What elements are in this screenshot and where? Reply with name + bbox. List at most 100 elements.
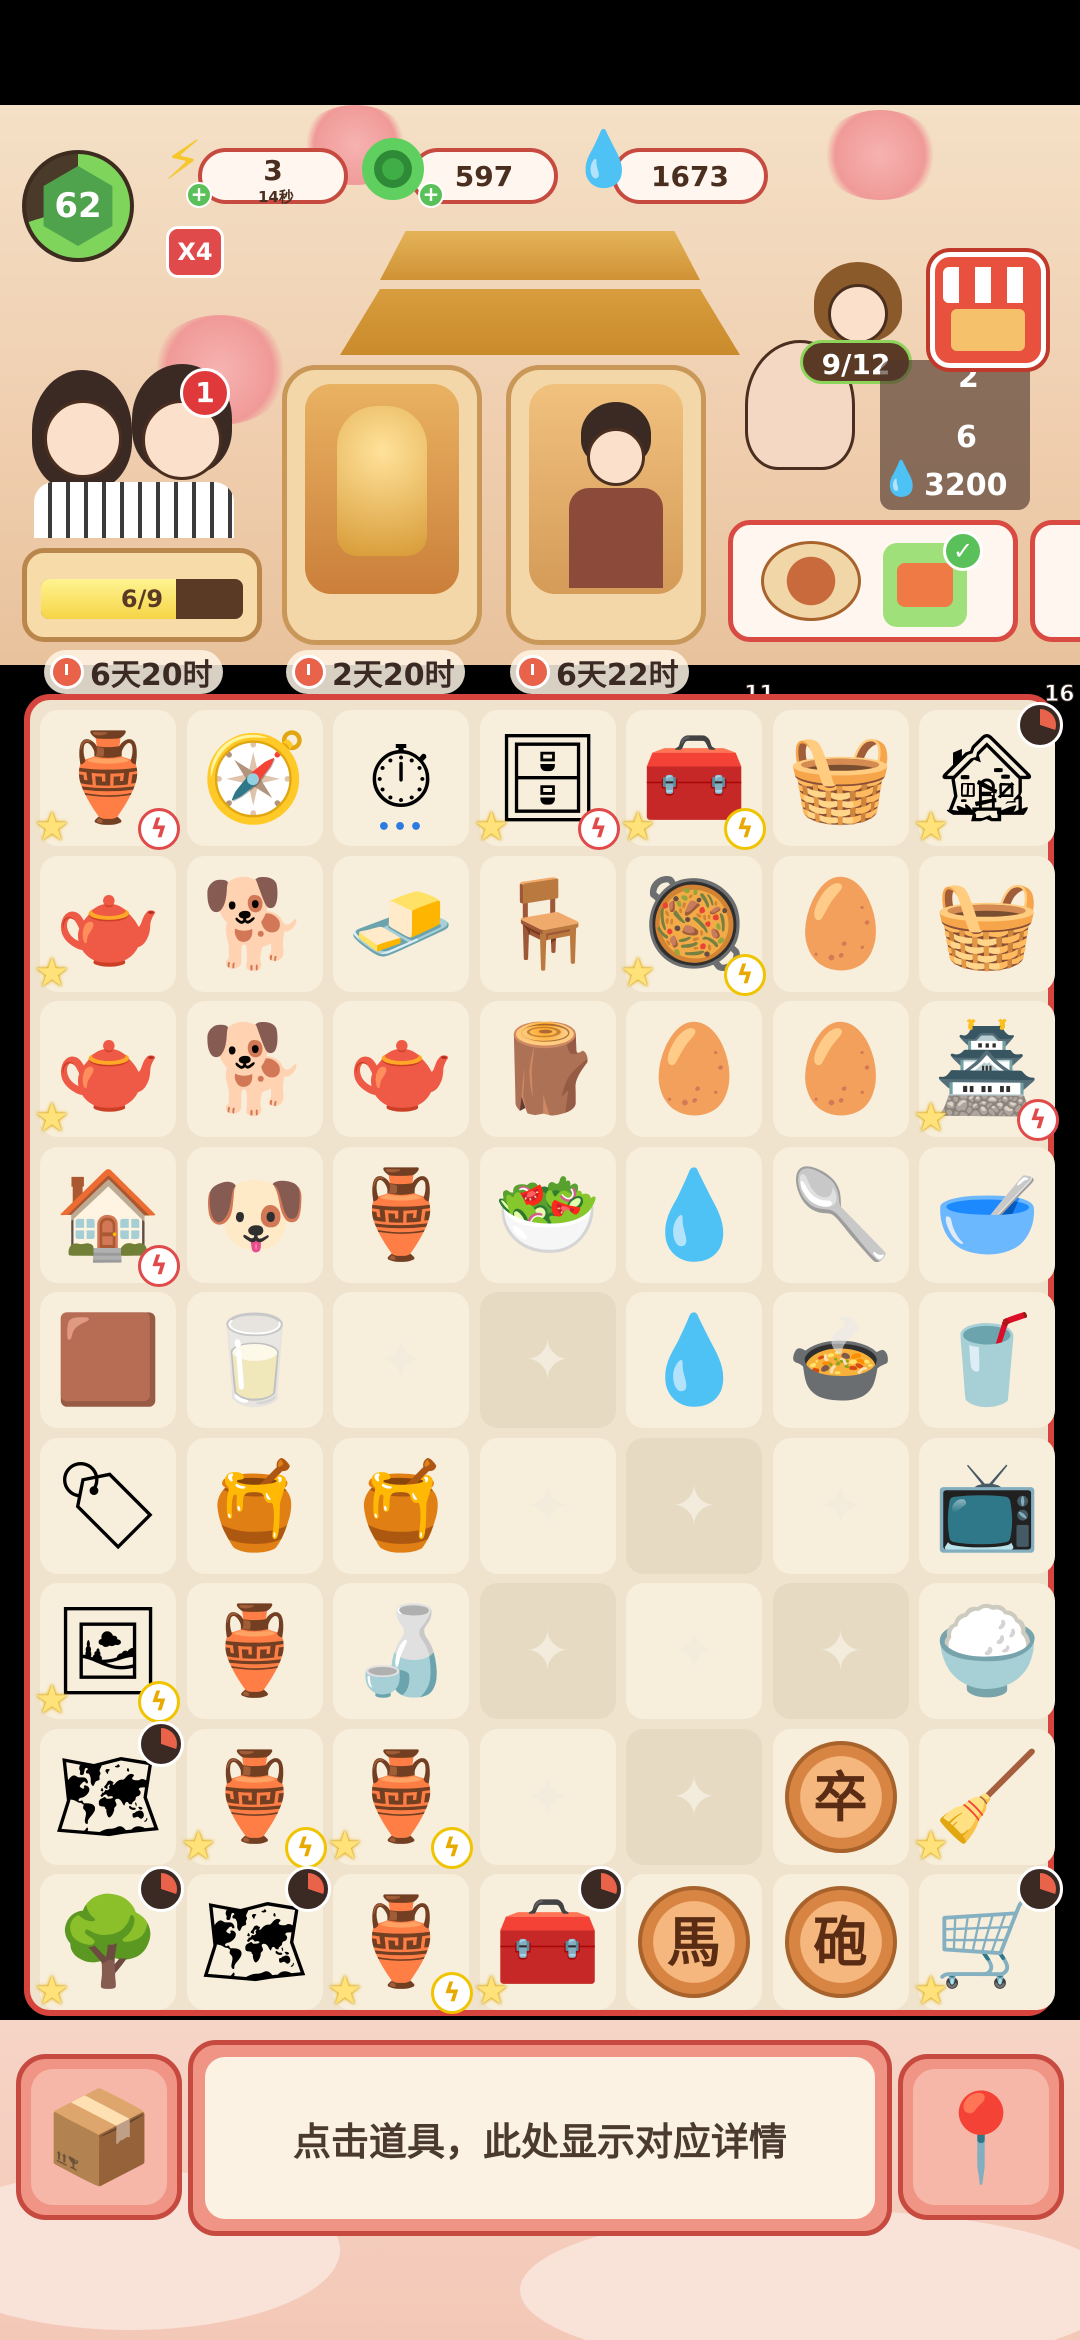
shop-building-icon[interactable]: 🏯 xyxy=(933,1026,1040,1112)
board-cell[interactable]: 🧺 xyxy=(772,710,909,846)
empty-cell[interactable]: ✦ xyxy=(479,1292,616,1428)
energy-counter[interactable]: 3 14秒 xyxy=(198,148,348,206)
board-cell[interactable]: 🍲 xyxy=(772,1292,909,1428)
gold-ingot-icon[interactable]: 🧈 xyxy=(347,881,454,967)
empty-cell[interactable]: ✦ xyxy=(626,1728,762,1865)
board-cell[interactable]: 🟫 xyxy=(40,1292,176,1428)
egg-tray-medium-icon[interactable]: 🥚 xyxy=(787,1026,894,1112)
board-cell[interactable]: 🗺 xyxy=(186,1866,331,2010)
empty-cell[interactable]: ✦ xyxy=(772,1437,909,1574)
board-cell[interactable]: 🥚 xyxy=(772,1001,909,1137)
cloisonne-wine-urn-icon[interactable]: 🏺 xyxy=(201,1754,308,1840)
merge-multiplier-badge[interactable]: X4 xyxy=(166,226,224,278)
empty-cell[interactable]: ✦ xyxy=(479,1728,616,1865)
shiba-dog-icon[interactable]: 🐕 xyxy=(201,1026,308,1112)
board-cell[interactable]: 🗄 ★ ϟ xyxy=(474,710,620,850)
board-cell[interactable]: 🏺 xyxy=(186,1583,323,1719)
board-cell[interactable]: 🧈 xyxy=(333,855,469,992)
white-jar-icon[interactable]: 🥛 xyxy=(201,1317,308,1403)
vacuum-cleaner-icon[interactable]: 🧹 xyxy=(933,1754,1040,1840)
add-energy-button[interactable]: + xyxy=(186,182,212,208)
board-cell[interactable]: 🧭 xyxy=(186,710,323,846)
map-button[interactable]: 📍 xyxy=(898,2054,1064,2220)
board-cell[interactable]: 砲 xyxy=(772,1874,909,2010)
wooden-stool-icon[interactable]: 🪑 xyxy=(494,881,601,967)
board-cell[interactable]: 🥘 ★ ϟ xyxy=(620,855,766,996)
board-cell[interactable]: 🥛 xyxy=(186,1292,323,1428)
empty-cell[interactable]: ✦ xyxy=(479,1583,616,1719)
corgi-dog-icon[interactable]: 🐶 xyxy=(201,1172,308,1258)
board-cell[interactable]: 🐕 xyxy=(186,855,323,992)
enamel-teapot-icon[interactable]: 🫖 xyxy=(54,881,161,967)
sieve-bowl-icon[interactable]: 🥣 xyxy=(933,1172,1040,1258)
bean-tag-charm-icon[interactable]: 🏷 xyxy=(53,1463,162,1549)
sealed-jar-red-icon[interactable]: 🍯 xyxy=(201,1463,308,1549)
board-cell[interactable]: 🏚 ★ xyxy=(913,702,1063,850)
empty-cell[interactable]: ✦ xyxy=(479,1437,616,1574)
board-cell[interactable]: 🏺 ★ ϟ xyxy=(34,710,180,850)
board-cell[interactable]: 💧 xyxy=(626,1292,762,1428)
dog-house-icon[interactable]: 🏠 xyxy=(54,1172,161,1258)
enamel-teapot-2-icon[interactable]: 🫖 xyxy=(54,1026,161,1112)
board-cell[interactable]: 🥤 xyxy=(919,1292,1055,1428)
board-cell[interactable]: 🏠 ϟ xyxy=(40,1146,180,1287)
order-card-partial[interactable] xyxy=(1030,520,1080,642)
bean-paste-block-icon[interactable]: 🟫 xyxy=(54,1317,161,1403)
antique-clock-cabinet-icon[interactable]: 🏺 xyxy=(54,735,161,821)
microwave-oven-icon[interactable]: 📺 xyxy=(933,1463,1040,1549)
board-cell[interactable]: 🗺 xyxy=(40,1720,184,1865)
egg-tray-small-icon[interactable]: 🥚 xyxy=(640,1026,747,1112)
cloisonne-wine-urn-2-icon[interactable]: 🏺 xyxy=(347,1754,454,1840)
empty-cell[interactable]: ✦ xyxy=(626,1437,762,1574)
blue-flame-icon[interactable]: 💧 xyxy=(640,1317,747,1403)
board-cell[interactable]: 💧 xyxy=(626,1146,762,1283)
mushroom-platter-icon[interactable]: 🍲 xyxy=(787,1317,894,1403)
blue-white-wine-vase-icon[interactable]: 🏺 xyxy=(201,1608,308,1694)
picnic-basket-icon[interactable]: 🧺 xyxy=(933,881,1040,967)
board-cell[interactable]: 🧰 ★ xyxy=(474,1866,624,2014)
treasure-chest-icon[interactable]: 🧰 xyxy=(494,1899,601,1985)
board-cell[interactable]: 🏺 ★ ϟ xyxy=(327,1728,473,1869)
board-cell[interactable]: 🫖 ★ xyxy=(34,855,176,996)
board-cell[interactable]: 🥄 xyxy=(772,1146,909,1283)
covered-porcelain-jar-icon[interactable]: 🍯 xyxy=(347,1463,454,1549)
small-vase-icon[interactable]: 🏺 xyxy=(347,1172,454,1258)
chess-piece-horse[interactable]: 馬 xyxy=(638,1886,750,1998)
fruit-tree-icon[interactable]: 🌳 xyxy=(54,1899,161,1985)
luggage-cart-icon[interactable]: 🛒 xyxy=(933,1899,1040,1985)
chess-piece-cannon[interactable]: 砲 xyxy=(784,1886,897,1998)
board-cell[interactable]: 🖼 ★ ϟ xyxy=(34,1583,180,1723)
board-cell[interactable]: 🍶 xyxy=(333,1583,469,1719)
chess-piece-pawn[interactable]: 卒 xyxy=(784,1740,897,1853)
board-cell[interactable]: 🛒 ★ xyxy=(913,1866,1063,2014)
board-cell[interactable]: 🍯 xyxy=(186,1437,323,1574)
board-cell[interactable]: 🌳 ★ xyxy=(34,1866,184,2014)
board-cell[interactable]: 🍯 xyxy=(333,1437,469,1574)
board-cell[interactable]: 🏷 xyxy=(40,1437,176,1574)
board-cell[interactable]: 🏺 xyxy=(333,1146,469,1283)
board-cell[interactable]: 🧺 xyxy=(919,855,1055,992)
board-cell[interactable]: 🪑 xyxy=(479,855,616,992)
blender-icon[interactable]: 🥤 xyxy=(933,1317,1040,1403)
board-cell[interactable]: 馬 xyxy=(626,1874,762,2010)
order-card[interactable]: ✓ xyxy=(728,520,1018,642)
inventory-box-button[interactable]: 📦 xyxy=(16,2054,182,2220)
blue-flames-cluster-icon[interactable]: 💧 xyxy=(640,1172,747,1258)
board-cell[interactable]: 🪵 xyxy=(479,1001,616,1137)
board-cell[interactable]: 🏯 ★ ϟ xyxy=(913,1001,1059,1141)
board-cell[interactable]: 卒 xyxy=(772,1728,909,1865)
scroll-blueprint-icon[interactable]: 🗺 xyxy=(53,1754,162,1840)
empty-cell[interactable]: ✦ xyxy=(333,1292,469,1428)
sewing-chest-icon[interactable]: 🧰 xyxy=(640,735,747,821)
red-gift-basket-icon[interactable]: 🧺 xyxy=(787,735,894,821)
empty-cell[interactable]: ✦ xyxy=(772,1583,909,1719)
board-cell[interactable]: 🫖 xyxy=(333,1001,469,1137)
octagon-compass-icon[interactable]: 🧭 xyxy=(201,735,308,821)
round-stool-icon[interactable]: 🪵 xyxy=(494,1026,601,1112)
gold-pocket-watch-icon[interactable]: ⏱ xyxy=(367,735,434,821)
board-cell[interactable]: 🍚 xyxy=(919,1583,1055,1719)
board-cell[interactable]: 🏺 ★ ϟ xyxy=(181,1728,327,1869)
rice-cooker-icon[interactable]: 🍚 xyxy=(933,1608,1040,1694)
board-cell[interactable]: 🏺 ★ ϟ xyxy=(327,1874,473,2014)
board-cell[interactable]: 🫖 ★ xyxy=(34,1001,176,1141)
